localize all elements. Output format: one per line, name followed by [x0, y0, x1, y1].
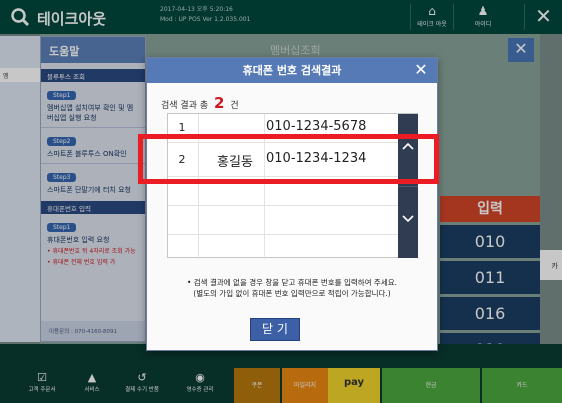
- notice-line: • 검색 결과에 없을 경우 창을 닫고 휴대폰 번호를 입력하여 주세요.: [186, 278, 398, 287]
- dialog-title: 휴대폰 번호 검색결과: [242, 64, 342, 77]
- empty-row: [168, 235, 398, 259]
- dialog-title-bar: 휴대폰 번호 검색결과 ✕: [147, 58, 437, 83]
- dialog-close-icon[interactable]: ✕: [411, 58, 431, 83]
- highlight-box: [138, 134, 439, 184]
- scroll-down-button[interactable]: [398, 186, 418, 258]
- phone-search-result-dialog: 휴대폰 번호 검색결과 ✕ 검색 결과 총 2 건 1 010-1234-567…: [146, 57, 438, 351]
- row-phone: 010-1234-5678: [266, 119, 367, 134]
- notice-text: • 검색 결과에 없을 경우 창을 닫고 휴대폰 번호를 입력하여 주세요. (…: [147, 277, 437, 299]
- chevron-down-icon: [402, 215, 414, 223]
- empty-row: [168, 206, 398, 235]
- dialog-close-button[interactable]: 닫 기: [250, 318, 300, 341]
- row-number: 1: [178, 121, 186, 134]
- notice-line: (별도의 가입 없이 휴대폰 번호 입력만으로 적립이 가능합니다.): [193, 289, 391, 298]
- result-count-suffix: 건: [230, 101, 239, 111]
- result-count-value: 2: [214, 94, 225, 112]
- result-count-prefix: 검색 결과 총: [161, 101, 209, 111]
- result-count: 검색 결과 총 2 건: [161, 94, 239, 112]
